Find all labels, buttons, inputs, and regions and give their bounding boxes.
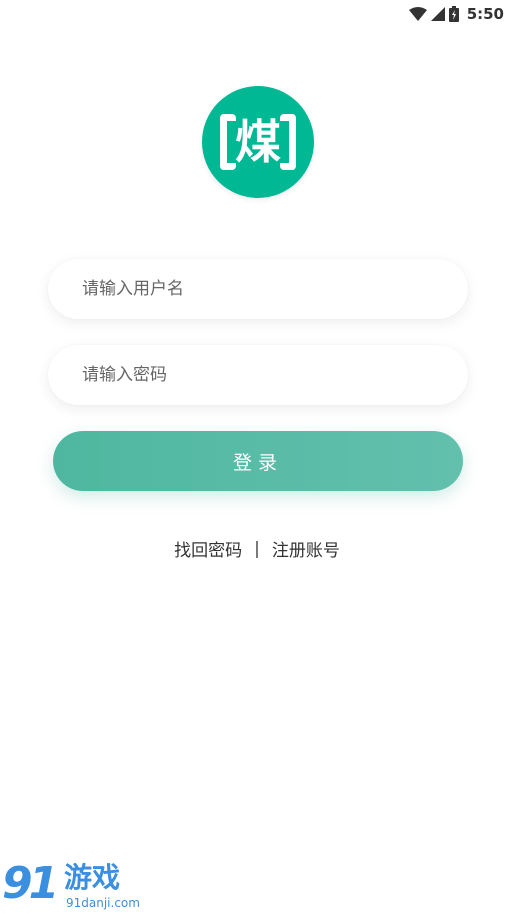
- watermark-url: 91danji.com: [66, 896, 140, 910]
- logo-bracket-left: [220, 114, 236, 170]
- cell-signal-icon: [430, 7, 445, 21]
- link-separator: |: [254, 538, 260, 559]
- watermark-number: 91: [2, 858, 59, 909]
- site-watermark: 91 游戏 91danji.com: [2, 858, 140, 912]
- username-input[interactable]: [82, 279, 468, 299]
- password-field-container: [48, 345, 468, 405]
- auth-links: 找回密码 | 注册账号: [0, 536, 514, 562]
- password-input[interactable]: [82, 365, 468, 385]
- status-bar: 5:50: [0, 0, 514, 28]
- login-button[interactable]: 登录: [53, 431, 463, 491]
- logo-bracket-right: [280, 114, 296, 170]
- battery-charging-icon: [448, 6, 459, 22]
- forgot-password-link[interactable]: 找回密码: [174, 536, 242, 561]
- username-field-container: [48, 259, 468, 319]
- login-screen: 5:50 煤 登录 找回密码 | 注册账号 91 游戏 91danji.com: [0, 0, 514, 914]
- status-time: 5:50: [466, 5, 504, 23]
- app-logo: 煤: [202, 86, 314, 198]
- watermark-text: 游戏: [64, 861, 121, 894]
- wifi-icon: [408, 7, 427, 21]
- register-link[interactable]: 注册账号: [272, 536, 340, 561]
- logo-character: 煤: [235, 115, 281, 169]
